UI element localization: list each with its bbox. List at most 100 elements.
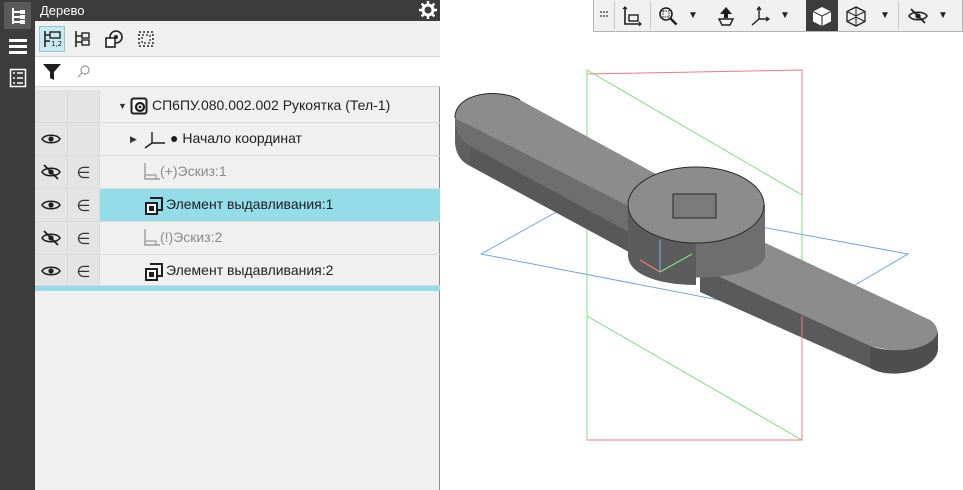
belongs-cell: ∈ — [68, 156, 100, 188]
origin-icon — [144, 132, 165, 149]
visibility-cell[interactable] — [35, 222, 68, 254]
toolbar-grip[interactable] — [596, 0, 612, 31]
panel-header: Дерево — [35, 0, 440, 21]
belongs-cell — [68, 90, 100, 122]
tree-row-root[interactable]: ▼ СП6ПУ.080.002.002 Рукоятка (Тел-1) — [35, 90, 440, 123]
axes-dropdown-caret[interactable]: ▼ — [778, 0, 792, 31]
tree-view-build-order-button[interactable]: 1,2 — [39, 26, 65, 52]
tree-row-body: (+)Эскиз:1 — [100, 156, 440, 188]
zoom-icon — [659, 6, 678, 25]
tree-item-label: ● Начало координат — [170, 130, 302, 146]
extrude-icon — [145, 263, 163, 281]
belongs-icon: ∈ — [76, 162, 91, 182]
filter-icon[interactable] — [42, 62, 62, 82]
belongs-cell: ∈ — [68, 189, 100, 221]
eye-icon[interactable] — [41, 199, 61, 211]
central-boss — [627, 166, 765, 285]
panel-title: Дерево — [40, 3, 85, 18]
selection-strip — [35, 285, 440, 291]
axes-button[interactable] — [746, 0, 774, 31]
zoom-dropdown-caret[interactable]: ▼ — [686, 0, 700, 31]
left-toolbar — [0, 0, 35, 490]
view-toolbar: ▼ ▼ ▼ ▼ — [593, 0, 963, 32]
separator — [650, 2, 651, 29]
tree-row-sketch-2[interactable]: ∈ (!)Эскиз:2 — [35, 222, 440, 255]
tree-panel: Дерево 1,2 ▼ СП6ПУ.080.002.002 Рукоятка … — [35, 0, 440, 490]
view-orientation-icon — [622, 5, 642, 26]
properties-button[interactable] — [4, 64, 31, 91]
visibility-cell[interactable] — [35, 255, 68, 287]
display-dropdown-caret[interactable]: ▼ — [878, 0, 892, 31]
belongs-cell: ∈ — [68, 255, 100, 287]
belongs-icon: ∈ — [76, 261, 91, 281]
extrude-icon — [145, 197, 163, 215]
search-box — [71, 59, 437, 85]
tree-row-extrude-2[interactable]: ∈ Элемент выдавливания:2 — [35, 255, 440, 288]
wireframe-display-button[interactable] — [842, 0, 870, 31]
eye-icon[interactable] — [41, 133, 61, 145]
sketch-label: Эскиз:2 — [173, 229, 223, 245]
properties-list-icon — [9, 68, 26, 87]
hide-icon — [908, 7, 928, 24]
pan-icon — [717, 6, 735, 26]
tree-row-extrude-1[interactable]: ∈ Элемент выдавливания:1 — [35, 189, 440, 222]
view-orientation-button[interactable] — [618, 0, 646, 31]
visibility-cell[interactable] — [35, 123, 68, 155]
sketch-icon — [144, 163, 160, 180]
hide-button[interactable] — [904, 0, 932, 31]
tree-structure-icon — [11, 7, 25, 24]
eye-hidden-icon[interactable] — [41, 164, 61, 180]
model-viewport[interactable] — [441, 32, 963, 490]
wireframe-icon — [846, 5, 866, 27]
sketch-label: Эскиз:1 — [177, 163, 227, 179]
filter-row — [35, 57, 440, 87]
visibility-cell[interactable] — [35, 156, 68, 188]
tree-row-body: ▶ ● Начало координат — [100, 123, 440, 155]
menu-button[interactable] — [4, 32, 31, 59]
zoom-button[interactable] — [654, 0, 682, 31]
grip-icon — [600, 10, 608, 17]
tree-structure-icon — [75, 31, 90, 47]
tree-row-body: Элемент выдавливания:2 — [100, 255, 440, 287]
search-input[interactable] — [95, 61, 425, 83]
search-icon — [77, 65, 90, 78]
expand-triangle-icon[interactable]: ▼ — [118, 101, 127, 111]
tree-item-label: Элемент выдавливания:1 — [166, 196, 334, 212]
menu-icon — [8, 38, 27, 54]
shaded-display-button[interactable] — [806, 0, 838, 31]
axes-icon — [751, 5, 771, 26]
components-icon — [105, 30, 123, 48]
tree-tab-button[interactable] — [4, 2, 31, 29]
expand-triangle-icon[interactable]: ▶ — [130, 134, 137, 145]
shaded-icon — [812, 6, 832, 26]
gear-icon[interactable] — [419, 1, 437, 19]
visibility-cell — [35, 90, 68, 122]
separator — [898, 2, 899, 29]
tree-order-icon: 1,2 — [44, 31, 62, 48]
filter-view-button[interactable] — [133, 26, 159, 52]
sketch-state-prefix: (!) — [160, 229, 174, 245]
model-tree: ▼ СП6ПУ.080.002.002 Рукоятка (Тел-1) ▶ ●… — [35, 90, 440, 288]
hide-dropdown-caret[interactable]: ▼ — [936, 0, 950, 31]
components-view-button[interactable] — [101, 26, 127, 52]
tree-view-structure-button[interactable] — [69, 26, 95, 52]
tree-row-body: ▼ СП6ПУ.080.002.002 Рукоятка (Тел-1) — [100, 90, 440, 122]
dashed-selection-icon — [138, 31, 154, 47]
tree-row-sketch-1[interactable]: ∈ (+)Эскиз:1 — [35, 156, 440, 189]
pan-button[interactable] — [712, 0, 740, 31]
separator — [614, 2, 615, 29]
eye-icon[interactable] — [41, 265, 61, 277]
tree-row-body: Элемент выдавливания:1 — [100, 189, 440, 221]
eye-hidden-icon[interactable] — [41, 230, 61, 246]
sketch-icon — [144, 229, 160, 246]
belongs-icon: ∈ — [76, 195, 91, 215]
tree-row-body: (!)Эскиз:2 — [100, 222, 440, 254]
tree-row-origin[interactable]: ▶ ● Начало координат — [35, 123, 440, 156]
tree-item-label: (!)Эскиз:2 — [160, 229, 222, 245]
belongs-icon: ∈ — [76, 228, 91, 248]
svg-text:1,2: 1,2 — [51, 40, 62, 48]
tree-item-label: СП6ПУ.080.002.002 Рукоятка (Тел-1) — [152, 97, 391, 113]
visibility-cell[interactable] — [35, 189, 68, 221]
belongs-cell: ∈ — [68, 222, 100, 254]
origin-label: Начало координат — [182, 130, 302, 146]
